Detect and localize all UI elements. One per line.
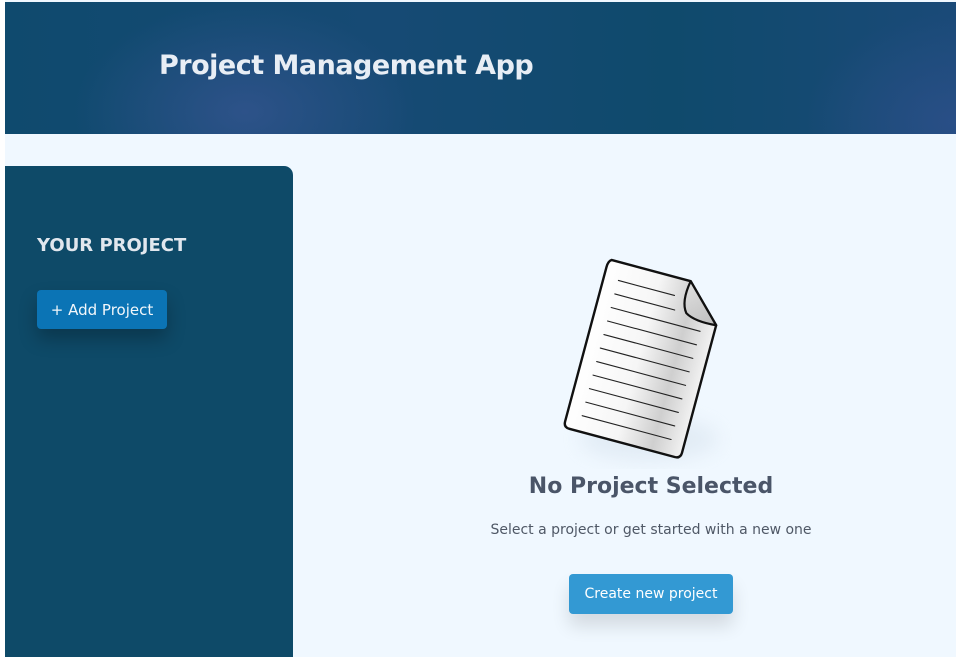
empty-state-title: No Project Selected — [528, 474, 774, 499]
app-header: Project Management App — [5, 2, 956, 134]
app-title: Project Management App — [159, 50, 534, 81]
empty-state-description: Select a project or get started with a n… — [490, 522, 812, 538]
create-project-button[interactable]: Create new project — [569, 574, 733, 614]
app-window: Project Management App YOUR PROJECT + Ad… — [0, 0, 956, 657]
document-icon — [563, 258, 719, 461]
sidebar-heading: YOUR PROJECT — [37, 235, 187, 256]
add-project-button[interactable]: + Add Project — [37, 290, 167, 329]
main-content: No Project Selected Select a project or … — [293, 134, 956, 657]
project-sidebar: YOUR PROJECT + Add Project — [5, 166, 293, 657]
